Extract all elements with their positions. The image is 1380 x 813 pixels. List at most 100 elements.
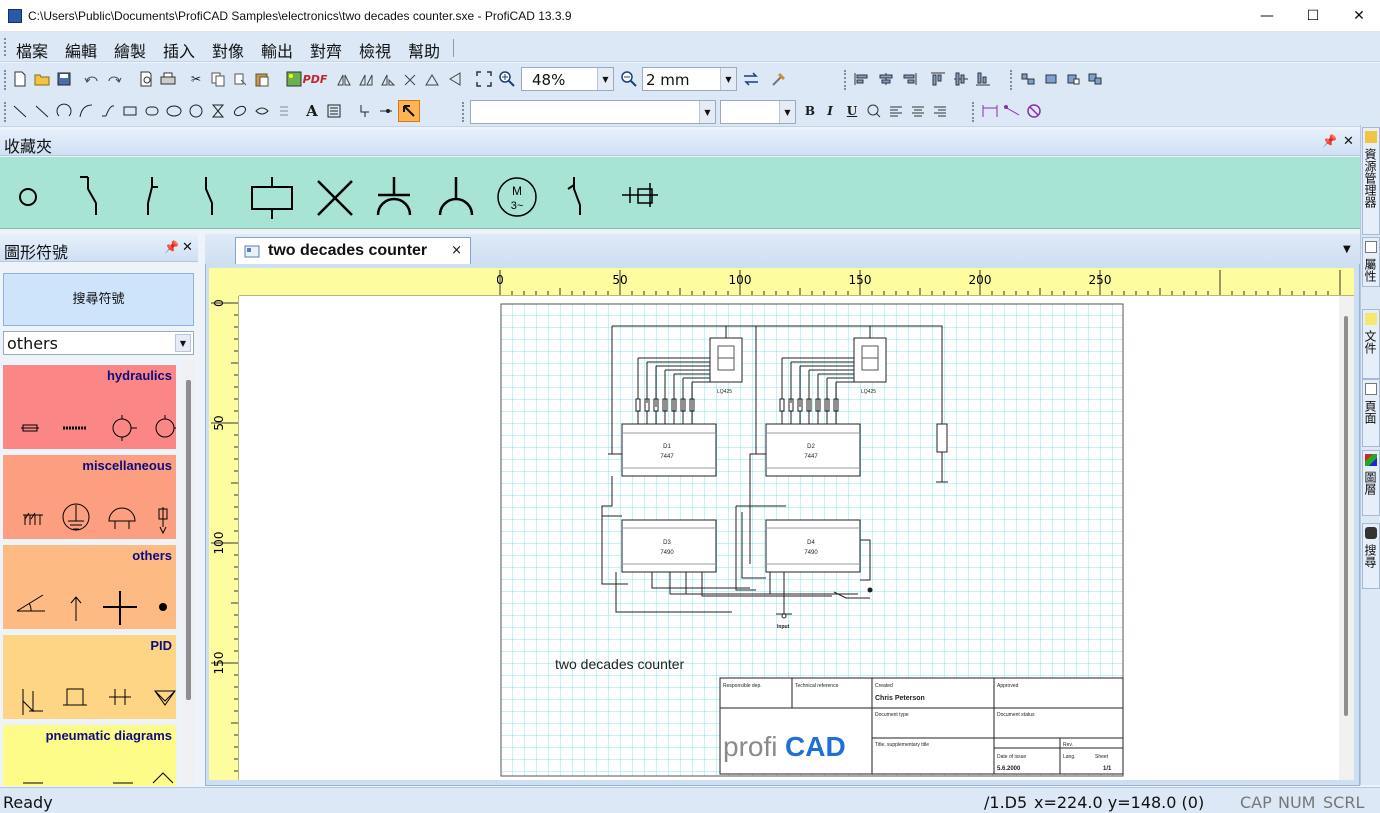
- print-icon[interactable]: [158, 69, 178, 89]
- favorite-contact-nc-symbol[interactable]: [122, 165, 182, 221]
- align-right-icon[interactable]: [899, 69, 919, 89]
- mirror-vertical-icon[interactable]: [334, 69, 354, 89]
- swap-icon[interactable]: [741, 69, 761, 89]
- same-height-icon[interactable]: [1063, 69, 1083, 89]
- close-icon[interactable]: ✕: [182, 240, 193, 255]
- display-2[interactable]: [853, 337, 887, 383]
- italic-button[interactable]: I: [820, 101, 840, 121]
- menu-edit[interactable]: 編輯: [65, 38, 97, 62]
- zoom-out-icon[interactable]: [619, 69, 639, 89]
- save-icon[interactable]: [54, 69, 74, 89]
- display-1[interactable]: [709, 337, 743, 383]
- align-bottom-icon[interactable]: [973, 69, 993, 89]
- drawing-canvas[interactable]: D1 7447 D2 7447 D3 7490 D4 7490 LQ425 LQ…: [239, 296, 1339, 780]
- document-tab[interactable]: two decades counter ×: [235, 237, 471, 264]
- font-size-combo[interactable]: ▼: [720, 100, 796, 124]
- favorite-junction-symbol[interactable]: [364, 165, 424, 221]
- bezier-tool-icon[interactable]: [76, 101, 96, 121]
- rounded-rect-tool-icon[interactable]: [142, 101, 162, 121]
- scrollbar-thumb[interactable]: [1344, 316, 1348, 716]
- polyline-tool-icon[interactable]: [32, 101, 52, 121]
- no-symbol-icon[interactable]: [1024, 101, 1044, 121]
- chevron-down-icon[interactable]: ▼: [597, 68, 613, 90]
- drawing-sheet[interactable]: D1 7447 D2 7447 D3 7490 D4 7490 LQ425 LQ…: [239, 296, 1339, 780]
- arc-tool-icon[interactable]: [54, 101, 74, 121]
- category-pid[interactable]: PID: [3, 635, 176, 719]
- tools-icon[interactable]: [769, 69, 789, 89]
- redo-icon[interactable]: [104, 69, 124, 89]
- rotate-left-icon[interactable]: [378, 69, 398, 89]
- symbols-scrollbar[interactable]: [183, 360, 195, 784]
- font-name-combo[interactable]: ▼: [470, 100, 716, 124]
- export-pdf-icon[interactable]: PDF: [303, 69, 328, 89]
- shape-tool-icon[interactable]: [252, 101, 272, 121]
- category-pneumatic-diagrams[interactable]: pneumatic diagrams: [3, 725, 176, 786]
- paste-icon[interactable]: [252, 69, 272, 89]
- same-width-icon[interactable]: [1041, 69, 1061, 89]
- favorite-motor-symbol[interactable]: M 3~: [488, 165, 548, 221]
- tab-list-chevron-icon[interactable]: ▼: [1343, 244, 1351, 255]
- toolbar-grip[interactable]: [1010, 70, 1013, 90]
- tab-pages[interactable]: 頁面: [1362, 379, 1380, 447]
- rotate-right-icon[interactable]: [400, 69, 420, 89]
- chevron-down-icon[interactable]: ▼: [175, 334, 191, 352]
- tab-search[interactable]: 搜尋: [1362, 523, 1380, 589]
- menu-file[interactable]: 檔案: [16, 38, 48, 62]
- dimension-icon[interactable]: [980, 101, 1000, 121]
- bold-button[interactable]: B: [800, 101, 820, 121]
- maximize-button[interactable]: ☐: [1290, 0, 1336, 32]
- menu-help[interactable]: 幫助: [408, 38, 440, 62]
- favorite-fuse-switch-symbol[interactable]: [546, 165, 606, 221]
- ellipse-tool-icon[interactable]: [164, 101, 184, 121]
- hatch-tool-icon[interactable]: [274, 101, 294, 121]
- drawing-title-text[interactable]: two decades counter: [555, 656, 685, 672]
- menu-insert[interactable]: 插入: [163, 38, 195, 62]
- chevron-down-icon[interactable]: ▼: [699, 101, 715, 123]
- favorite-lamp-symbol[interactable]: [0, 165, 60, 221]
- align-middle-icon[interactable]: [951, 69, 971, 89]
- text-color-icon[interactable]: [864, 101, 884, 121]
- same-size-icon[interactable]: [1085, 69, 1105, 89]
- flip-up-icon[interactable]: [422, 69, 442, 89]
- category-miscellaneous[interactable]: miscellaneous: [3, 455, 176, 539]
- underline-button[interactable]: U: [842, 101, 862, 121]
- circle-tool-icon[interactable]: [186, 101, 206, 121]
- dimension-slant-icon[interactable]: [1002, 101, 1022, 121]
- undo-icon[interactable]: [82, 69, 102, 89]
- text-align-right-icon[interactable]: [930, 101, 950, 121]
- minimize-button[interactable]: —: [1244, 0, 1290, 32]
- distribute-icon[interactable]: [1018, 69, 1038, 89]
- favorite-contact-no-symbol[interactable]: [58, 165, 118, 221]
- align-left-icon[interactable]: [852, 69, 872, 89]
- grid-combo[interactable]: 2 mm ▼: [642, 67, 737, 91]
- canvas-scrollbar[interactable]: [1339, 296, 1354, 780]
- copy-icon[interactable]: [208, 69, 228, 89]
- text-align-left-icon[interactable]: [886, 101, 906, 121]
- rectangle-tool-icon[interactable]: [120, 101, 140, 121]
- flip-left-icon[interactable]: [444, 69, 464, 89]
- toolbar-grip[interactable]: [844, 70, 847, 90]
- align-top-icon[interactable]: [928, 69, 948, 89]
- favorite-relay-symbol[interactable]: [610, 165, 670, 221]
- toolbar-grip[interactable]: [462, 102, 465, 122]
- favorite-switch-symbol[interactable]: [178, 165, 238, 221]
- curve-tool-icon[interactable]: [98, 101, 118, 121]
- toolbar-grip[interactable]: [4, 70, 7, 90]
- eraser-tool-icon[interactable]: [230, 101, 250, 121]
- menu-view[interactable]: 檢視: [359, 38, 391, 62]
- align-center-icon[interactable]: [876, 69, 896, 89]
- cut-icon[interactable]: ✂: [186, 69, 206, 89]
- menu-object[interactable]: 對像: [212, 38, 244, 62]
- app-icon[interactable]: [8, 9, 22, 23]
- chevron-down-icon[interactable]: ▼: [720, 68, 736, 90]
- new-file-icon[interactable]: [10, 69, 30, 89]
- hourglass-tool-icon[interactable]: [208, 101, 228, 121]
- favorite-antenna-symbol[interactable]: [426, 165, 486, 221]
- menu-align[interactable]: 對齊: [310, 38, 342, 62]
- close-button[interactable]: ✕: [1336, 0, 1380, 32]
- category-hydraulics[interactable]: hydraulics: [3, 365, 176, 449]
- close-tab-icon[interactable]: ×: [451, 243, 462, 258]
- line-tool-icon[interactable]: [10, 101, 30, 121]
- pin-icon[interactable]: 📌: [164, 240, 179, 254]
- zoom-in-icon[interactable]: [497, 69, 517, 89]
